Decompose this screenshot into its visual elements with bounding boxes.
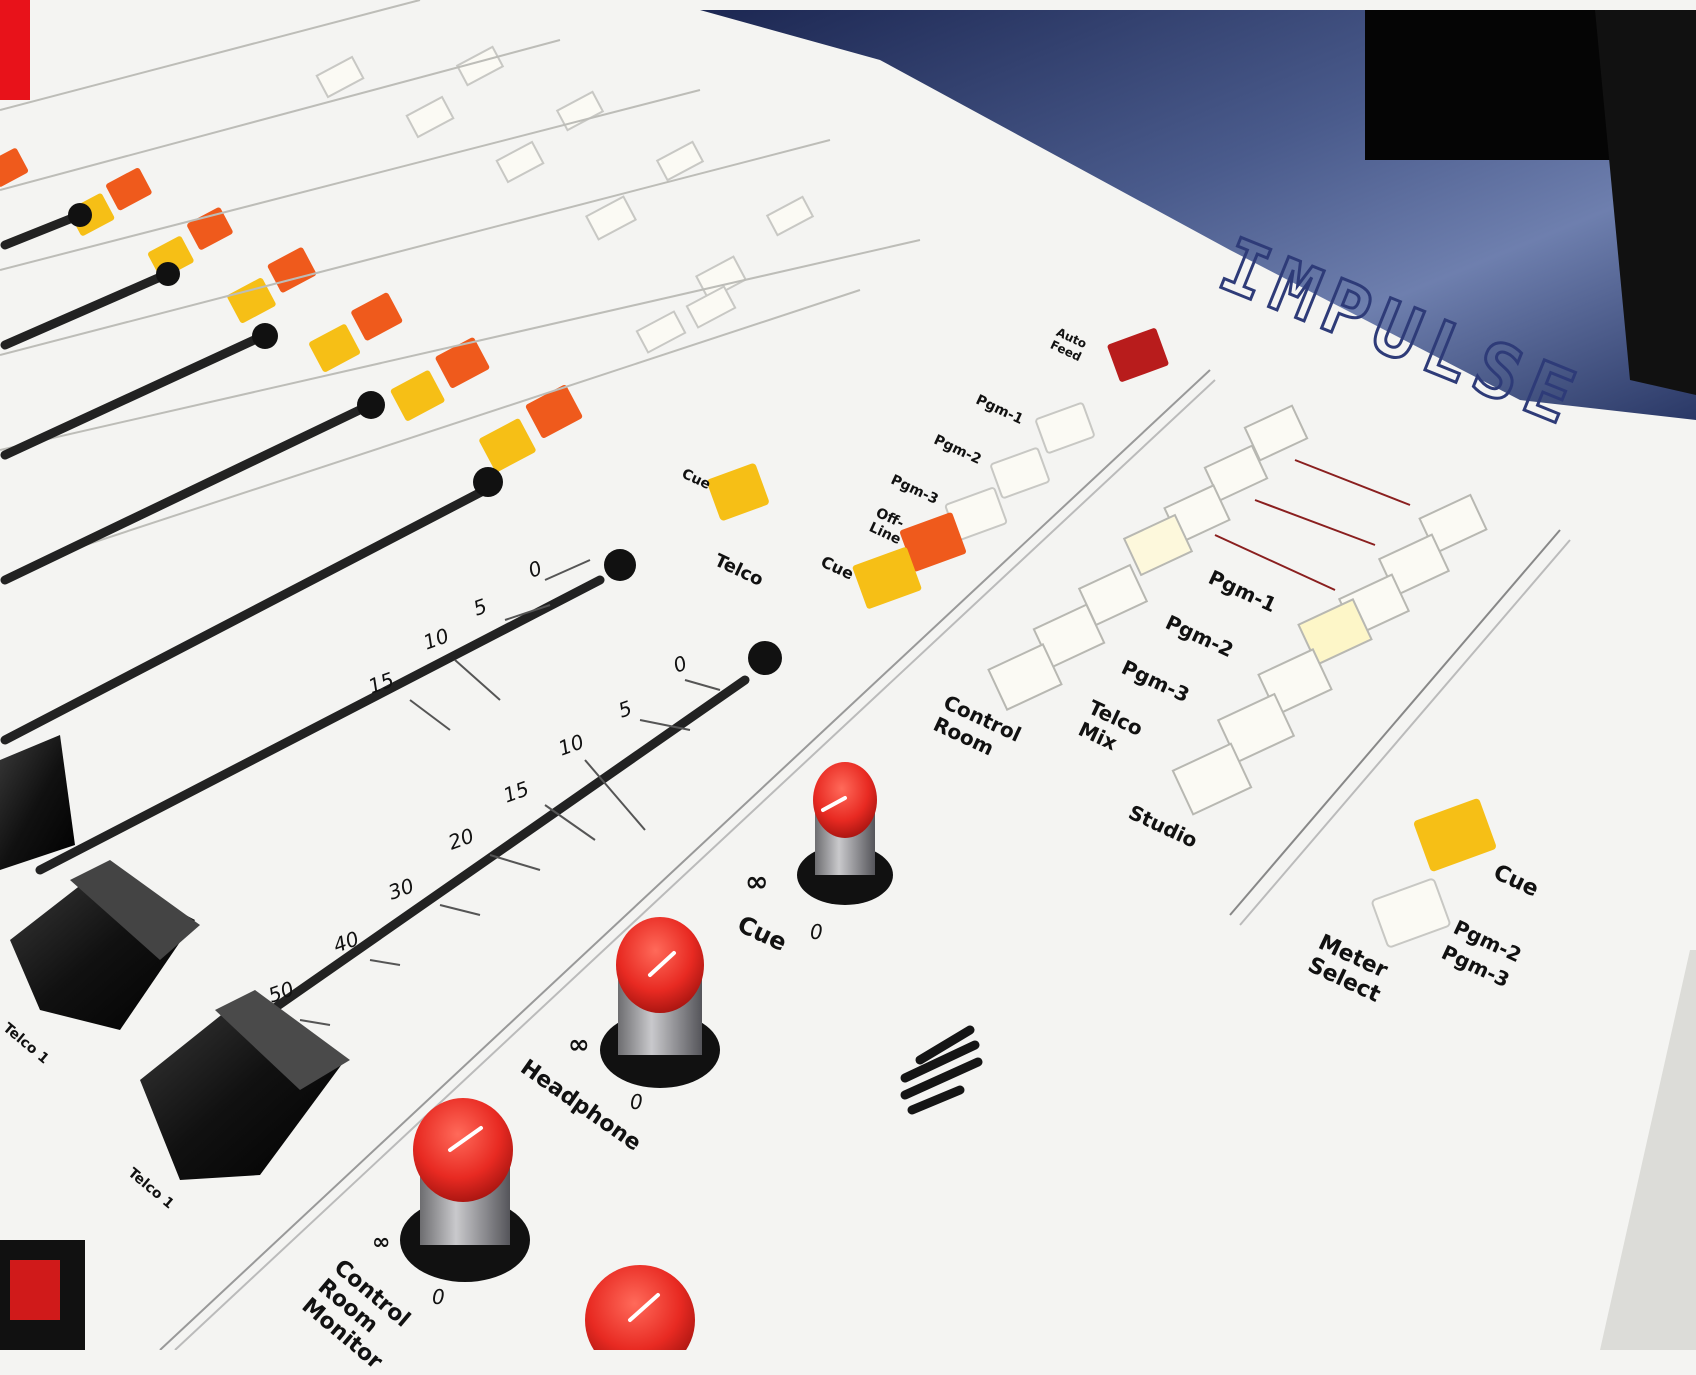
control-room-knob-min: 0 (432, 1285, 445, 1309)
headphone-knob-max: ∞ (568, 1030, 590, 1060)
control-room-knob-max: ∞ (372, 1230, 391, 1255)
cue-knob-max: ∞ (745, 865, 769, 898)
headphone-knob-min: 0 (630, 1090, 643, 1114)
mixing-console-photo: IMPULSE (0, 0, 1696, 1350)
cue-knob-min: 0 (810, 920, 823, 944)
page-tab-marker (0, 0, 30, 100)
